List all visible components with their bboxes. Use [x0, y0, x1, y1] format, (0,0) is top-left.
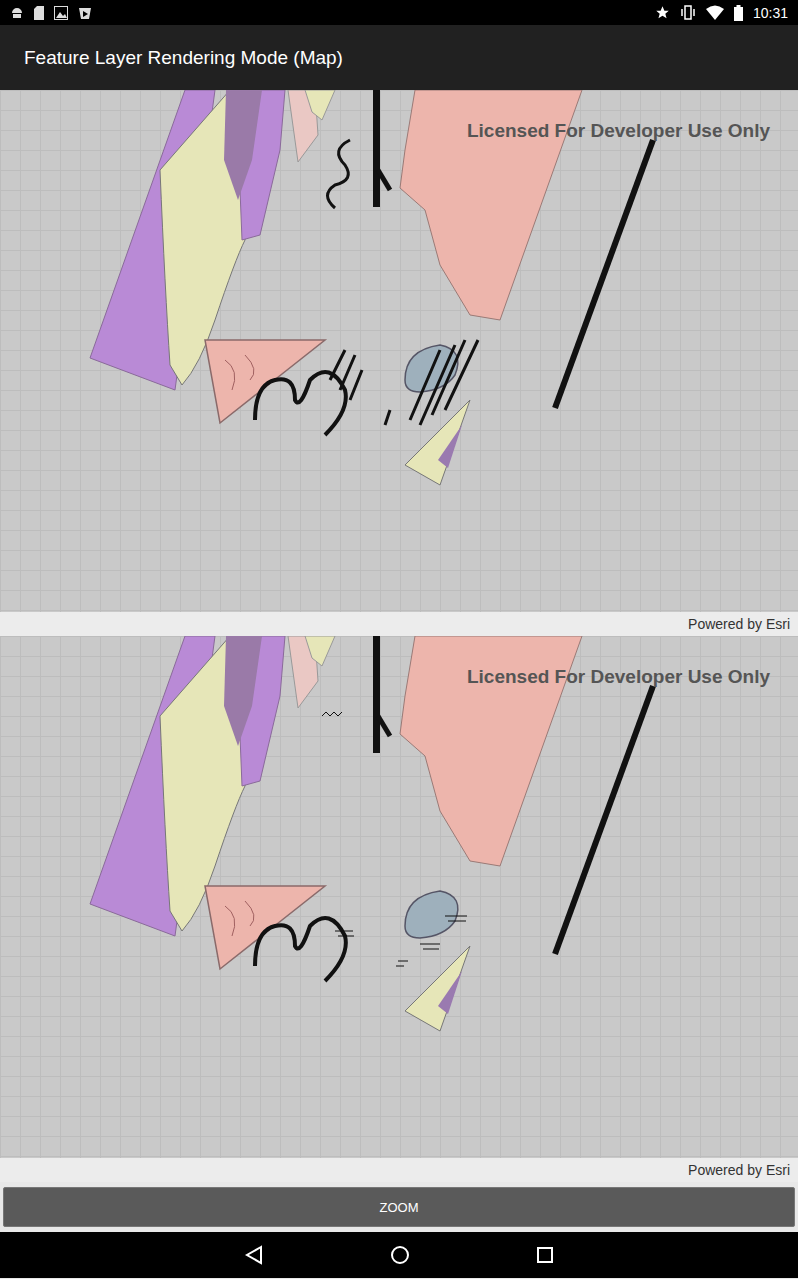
- map-features: [0, 636, 798, 1158]
- map-canvas[interactable]: Licensed For Developer Use Only: [0, 636, 798, 1158]
- license-watermark: Licensed For Developer Use Only: [467, 120, 770, 142]
- android-icon: [10, 6, 24, 20]
- image-icon: [54, 6, 68, 20]
- license-watermark: Licensed For Developer Use Only: [467, 666, 770, 688]
- clock: 10:31: [753, 5, 788, 21]
- screen: 10:31 Feature Layer Rendering Mode (Map) L…: [0, 0, 798, 1279]
- app-title: Feature Layer Rendering Mode (Map): [24, 47, 343, 69]
- app-bar: Feature Layer Rendering Mode (Map): [0, 25, 798, 90]
- home-icon[interactable]: [390, 1245, 410, 1265]
- recents-icon[interactable]: [536, 1246, 554, 1264]
- button-area: ZOOM: [0, 1182, 798, 1232]
- back-icon[interactable]: [244, 1245, 264, 1265]
- sd-card-icon: [34, 6, 44, 20]
- vibrate-icon: [680, 5, 696, 20]
- battery-icon: [734, 5, 743, 21]
- map-canvas[interactable]: Licensed For Developer Use Only: [0, 90, 798, 612]
- map-features: [0, 90, 798, 612]
- status-bar: 10:31: [0, 0, 798, 25]
- star-icon: [655, 5, 670, 20]
- navigation-bar: [0, 1232, 798, 1278]
- attribution-bar: Powered by Esri: [0, 612, 798, 636]
- attribution-bar: Powered by Esri: [0, 1158, 798, 1182]
- play-store-icon: [78, 6, 92, 20]
- wifi-icon: [706, 5, 724, 20]
- map-view: Licensed For Developer Use Only Powered b…: [0, 90, 798, 636]
- zoom-button[interactable]: ZOOM: [3, 1187, 795, 1227]
- map-view: Licensed For Developer Use Only Powered b…: [0, 636, 798, 1182]
